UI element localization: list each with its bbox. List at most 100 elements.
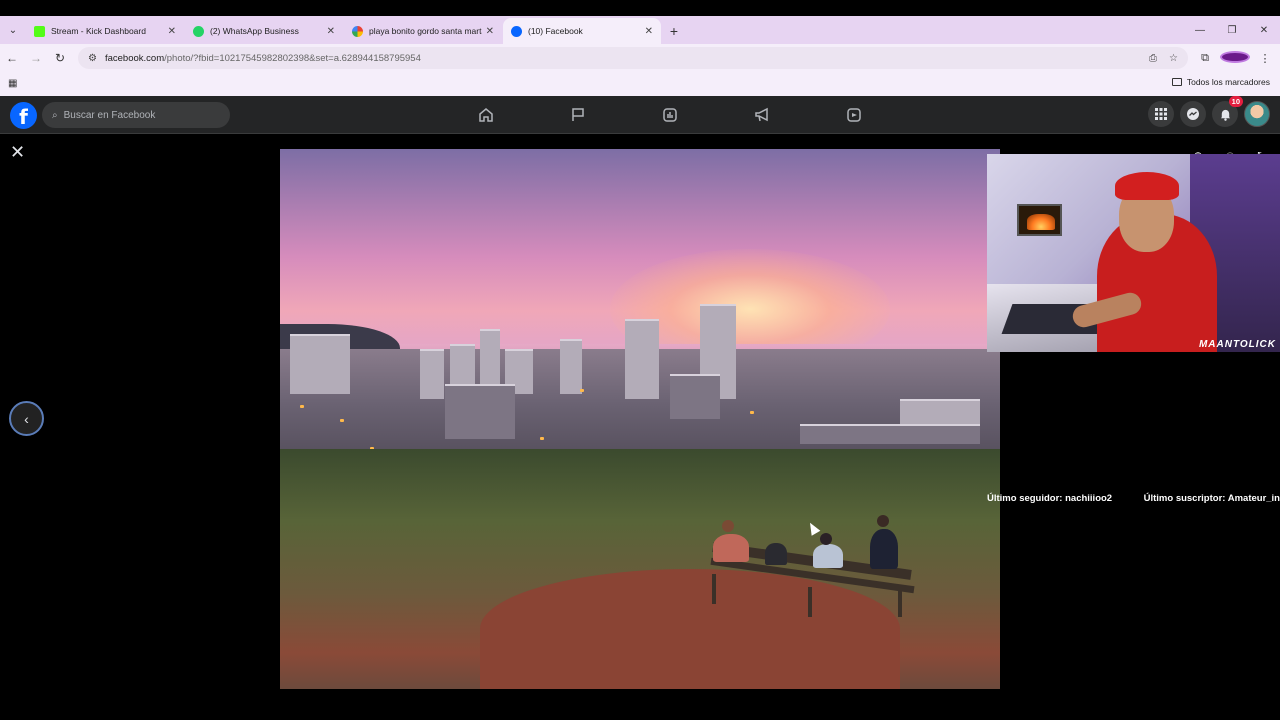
- messenger-icon: [1187, 108, 1199, 120]
- close-window-icon[interactable]: ✕: [1248, 16, 1280, 44]
- tower: [290, 334, 350, 394]
- tab-search-button[interactable]: ⌄: [0, 16, 26, 44]
- person-head: [820, 533, 832, 545]
- facebook-logo[interactable]: f: [10, 102, 37, 129]
- facebook-main-nav: [440, 96, 900, 134]
- close-tab-icon[interactable]: ✕: [327, 26, 335, 37]
- person: [813, 544, 843, 568]
- city-light: [540, 437, 544, 440]
- search-placeholder: Buscar en Facebook: [63, 109, 156, 121]
- chevron-left-icon: ‹: [24, 410, 29, 427]
- person: [765, 543, 787, 565]
- home-icon: [479, 108, 493, 122]
- tower: [480, 329, 500, 389]
- folder-icon: [1171, 78, 1182, 86]
- webcam-overlay: MAANTOLICK: [987, 154, 1280, 352]
- profile-avatar[interactable]: [1220, 50, 1250, 66]
- facebook-header-actions: 10: [1148, 96, 1270, 127]
- close-icon[interactable]: ✕: [10, 142, 25, 163]
- tab-label: (10) Facebook: [528, 26, 583, 36]
- person-head: [877, 515, 889, 527]
- google-favicon-icon: [352, 25, 363, 37]
- city-light: [580, 389, 584, 392]
- close-tab-icon[interactable]: ✕: [168, 26, 176, 37]
- nav-pages[interactable]: [532, 96, 624, 134]
- site-info-icon[interactable]: ⚙: [88, 53, 97, 64]
- back-icon[interactable]: ←: [0, 44, 24, 72]
- photo-image: [280, 149, 1000, 689]
- screen-top-edge: [0, 0, 1280, 16]
- tower: [560, 339, 582, 394]
- red-cap: [1115, 172, 1179, 200]
- megaphone-icon: [755, 107, 768, 122]
- facebook-favicon-icon: [511, 25, 522, 37]
- city-light: [340, 419, 344, 422]
- messenger-button[interactable]: [1180, 101, 1206, 127]
- nav-ads[interactable]: [716, 96, 808, 134]
- all-bookmarks-button[interactable]: Todos los marcadores: [1171, 77, 1270, 87]
- bell-icon: [1220, 109, 1230, 121]
- address-bar[interactable]: ⚙ facebook.com/photo/?fbid=1021754598280…: [78, 47, 1188, 69]
- tab-google-search[interactable]: playa bonito gordo santa marta ✕: [344, 18, 502, 44]
- menu-button[interactable]: [1148, 101, 1174, 127]
- minimize-icon[interactable]: —: [1184, 16, 1216, 44]
- tower: [625, 319, 659, 399]
- person-head: [722, 520, 734, 532]
- bench-leg: [898, 589, 902, 617]
- person: [713, 534, 749, 562]
- last-subscriber: Último suscriptor: Amateur_in: [1143, 493, 1280, 504]
- whatsapp-favicon-icon: [193, 25, 204, 37]
- monitor: [1017, 204, 1062, 236]
- tab-facebook[interactable]: (10) Facebook ✕: [503, 18, 661, 44]
- close-tab-icon[interactable]: ✕: [486, 26, 494, 37]
- streamer-signature: MAANTOLICK: [1198, 339, 1276, 350]
- previous-photo-button[interactable]: ‹: [9, 401, 44, 436]
- building: [800, 424, 980, 444]
- kick-favicon-icon: [34, 25, 45, 37]
- bench-leg: [712, 574, 716, 604]
- search-icon: ⌕: [52, 109, 58, 121]
- install-app-icon[interactable]: ⎙: [1149, 53, 1157, 64]
- flag-icon: [572, 108, 584, 121]
- nav-video[interactable]: [808, 96, 900, 134]
- city-light: [300, 405, 304, 408]
- tab-label: Stream - Kick Dashboard: [51, 26, 146, 36]
- tab-label: playa bonito gordo santa marta: [369, 26, 482, 36]
- tower: [420, 349, 444, 399]
- browser-toolbar: ← → ↻ ⚙ facebook.com/photo/?fbid=1021754…: [0, 44, 1280, 72]
- dashboard-icon: [663, 108, 677, 122]
- red-dirt-path: [480, 569, 900, 689]
- new-tab-button[interactable]: +: [662, 18, 686, 44]
- close-tab-icon[interactable]: ✕: [645, 26, 653, 37]
- bench-leg: [808, 587, 812, 617]
- grid-menu-icon: [1155, 108, 1167, 120]
- forward-icon[interactable]: →: [24, 44, 48, 72]
- notification-badge: 10: [1228, 96, 1243, 107]
- extensions-icon[interactable]: ⧉: [1190, 52, 1220, 65]
- tab-kick-dashboard[interactable]: Stream - Kick Dashboard ✕: [26, 18, 184, 44]
- facebook-search-input[interactable]: ⌕ Buscar en Facebook: [42, 102, 230, 128]
- nav-professional-dashboard[interactable]: [624, 96, 716, 134]
- bookmarks-bar: ▦ Todos los marcadores: [0, 72, 1280, 96]
- browser-menu-icon[interactable]: ⋮: [1250, 52, 1280, 65]
- building: [670, 374, 720, 419]
- account-avatar[interactable]: [1244, 101, 1270, 127]
- building: [445, 384, 515, 439]
- reload-icon[interactable]: ↻: [48, 44, 72, 72]
- all-bookmarks-label: Todos los marcadores: [1186, 77, 1270, 87]
- person: [870, 529, 898, 569]
- window-controls: — ❐ ✕: [1184, 16, 1280, 44]
- nav-home[interactable]: [440, 96, 532, 134]
- url-text: facebook.com/photo/?fbid=102175459828023…: [104, 52, 421, 64]
- browser-tab-bar: ⌄ Stream - Kick Dashboard ✕ (2) WhatsApp…: [0, 16, 1280, 44]
- notifications-button[interactable]: 10: [1212, 96, 1243, 127]
- apps-grid-icon[interactable]: ▦: [8, 78, 17, 89]
- video-icon: [847, 108, 861, 122]
- restore-icon[interactable]: ❐: [1216, 16, 1248, 44]
- bookmark-star-icon[interactable]: ☆: [1169, 53, 1178, 64]
- stream-alerts: Último seguidor: nachiiioo2 Último suscr…: [987, 493, 1280, 507]
- tab-whatsapp-business[interactable]: (2) WhatsApp Business ✕: [185, 18, 343, 44]
- facebook-header: f ⌕ Buscar en Facebook 10: [0, 96, 1280, 134]
- tab-label: (2) WhatsApp Business: [210, 26, 299, 36]
- fireplace-icon: [1027, 214, 1055, 230]
